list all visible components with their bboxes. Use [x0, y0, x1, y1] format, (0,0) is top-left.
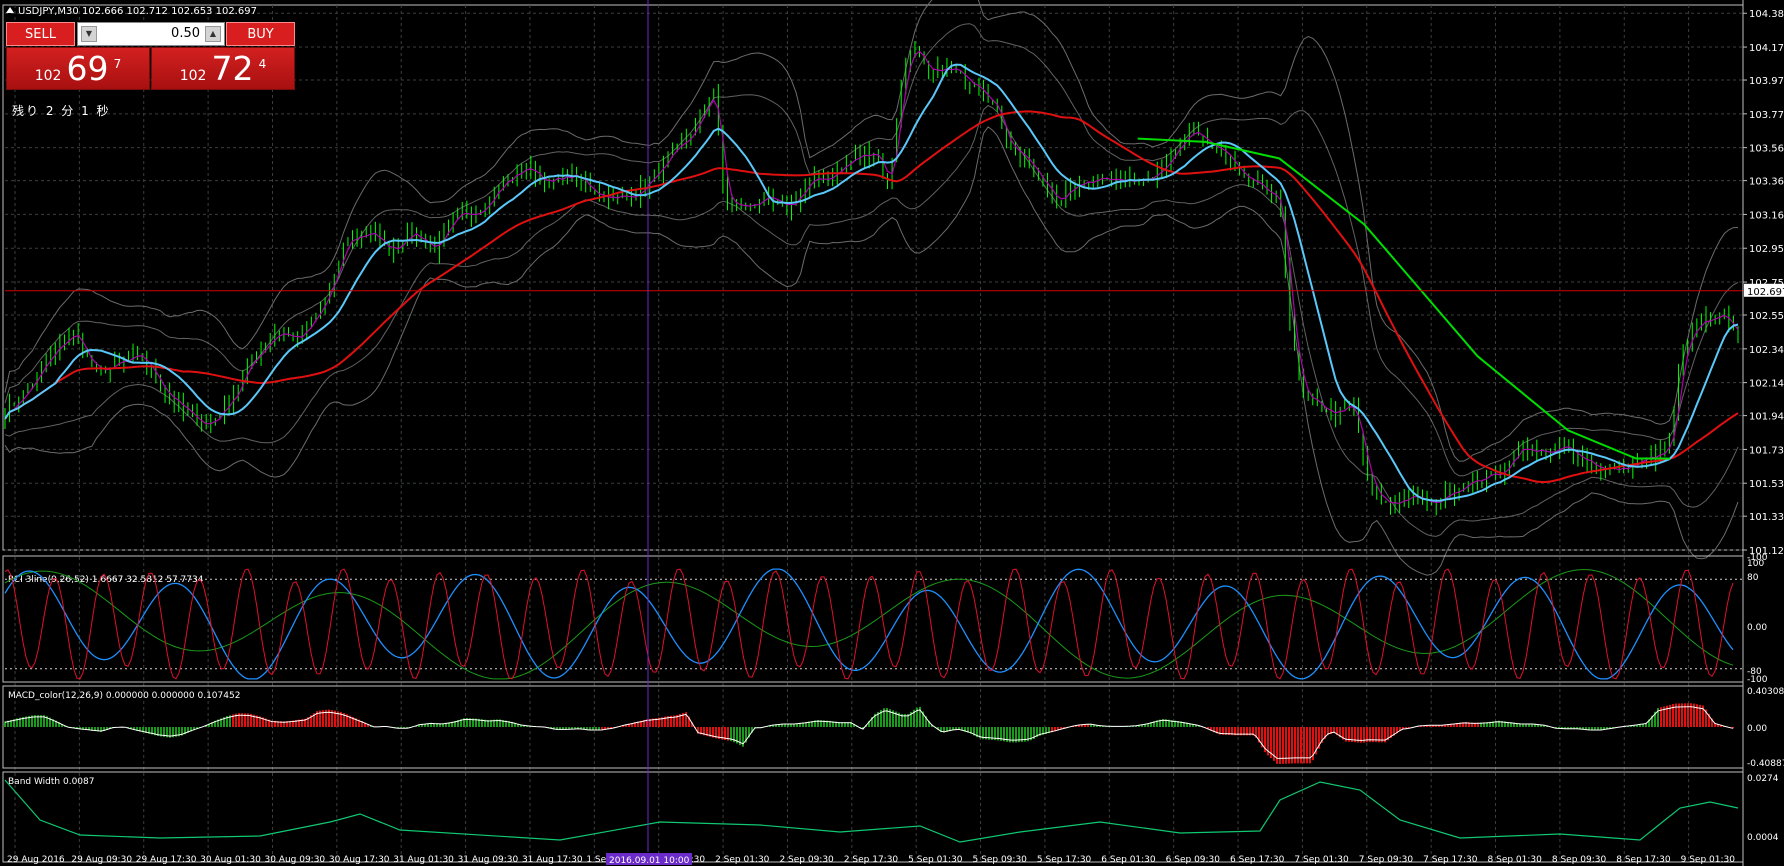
lot-size-value[interactable]: 0.50	[171, 23, 200, 45]
trading-chart[interactable]: 104.380 104.175 103.975 103.770 103.565 103.3…	[0, 0, 1784, 866]
bandwidth-tick-label: 0.0004	[1747, 833, 1779, 843]
price-tick-label: 101.735	[1749, 445, 1784, 456]
rci-tick-label: 0.00	[1747, 623, 1767, 633]
price-tick-label: 103.975	[1749, 76, 1784, 87]
ask-price-prefix: 102	[179, 68, 207, 84]
time-tick-label: 29 Aug 09:30	[71, 855, 132, 865]
time-axis: 29 Aug 2016 29 Aug 09:30 29 Aug 17:30 30 Au…	[7, 855, 1735, 865]
time-tick-label: 2 Sep 17:30	[844, 855, 899, 865]
time-tick-label: 8 Sep 01:30	[1488, 855, 1543, 865]
bid-price-pips: 69	[66, 49, 109, 88]
price-tick-label: 104.380	[1749, 9, 1784, 20]
time-tick-label: 7 Sep 17:30	[1423, 855, 1478, 865]
bid-price-button[interactable]: 102 69 7	[6, 47, 150, 90]
bb-lower-inner	[4, 104, 1739, 537]
price-panel[interactable]: 104.380 104.175 103.975 103.770 103.565 103.3…	[2, 0, 1784, 862]
ma-fast-line	[4, 50, 1739, 504]
price-tick-label: 104.175	[1749, 43, 1784, 54]
lot-size-field[interactable]: ▼ 0.50 ▲	[77, 22, 225, 46]
one-click-trading-panel: SELL ▼ 0.50 ▲ BUY 102 69 7 102 72 4	[6, 22, 295, 90]
price-tick-label: 103.565	[1749, 144, 1784, 155]
time-tick-label: 2 Sep 01:30	[715, 855, 770, 865]
time-tick-label: 30 Aug 09:30	[264, 855, 325, 865]
time-tick-label: 6 Sep 09:30	[1166, 855, 1221, 865]
panel-frame	[2, 555, 1744, 683]
bandwidth-line	[4, 779, 1739, 843]
macd-tick-label: 0.403082	[1747, 687, 1784, 697]
time-tick-label: 31 Aug 17:30	[522, 855, 583, 865]
price-tick-label: 101.530	[1749, 479, 1784, 490]
time-tick-label: 31 Aug 09:30	[458, 855, 519, 865]
time-tick-label: 7 Sep 01:30	[1294, 855, 1349, 865]
ohlc-label: 102.666 102.712 102.653 102.697	[82, 6, 257, 17]
lot-decrease-icon[interactable]: ▼	[81, 26, 97, 42]
bb-upper-inner	[4, 23, 1739, 477]
ask-price-fraction: 4	[258, 56, 267, 71]
price-tick-label: 101.940	[1749, 412, 1784, 423]
macd-panel[interactable]: MACD_color(12,26,9) 0.000000 0.000000 0.…	[2, 685, 1784, 769]
lot-increase-icon[interactable]: ▲	[205, 26, 221, 42]
time-tick-label: 30 Aug 01:30	[200, 855, 261, 865]
time-tick-label: 5 Sep 01:30	[908, 855, 963, 865]
time-tick-label: 7 Sep 09:30	[1359, 855, 1414, 865]
macd-title: MACD_color(12,26,9) 0.000000 0.000000 0.…	[8, 691, 240, 701]
rci-mid-line	[4, 568, 1734, 680]
time-tick-label: 6 Sep 01:30	[1101, 855, 1156, 865]
time-tick-label: 8 Sep 17:30	[1616, 855, 1671, 865]
rci-tick-label: -100	[1747, 553, 1768, 563]
macd-signal-line	[4, 706, 1734, 759]
ask-price-button[interactable]: 102 72 4	[151, 47, 295, 90]
price-tick-label: 102.550	[1749, 311, 1784, 322]
time-tick-label: 6 Sep 17:30	[1230, 855, 1285, 865]
sell-button[interactable]: SELL	[6, 22, 75, 46]
time-tick-label: 5 Sep 09:30	[973, 855, 1028, 865]
price-tick-label: 102.140	[1749, 379, 1784, 390]
time-tick-label: 9 Sep 01:30	[1681, 855, 1736, 865]
buy-button[interactable]: BUY	[226, 22, 295, 46]
time-tick-label: 29 Aug 2016	[7, 855, 65, 865]
panel-frame	[2, 771, 1744, 863]
symbol-label: USDJPY,M30	[18, 6, 79, 17]
price-tick-label: 101.330	[1749, 512, 1784, 523]
bid-price-prefix: 102	[34, 68, 62, 84]
time-tick-label: 5 Sep 17:30	[1037, 855, 1092, 865]
rci-panel[interactable]: RCI 3line(9,26,52) 1.6667 32.5812 57.773…	[2, 553, 1768, 685]
ask-price-pips: 72	[211, 49, 254, 88]
bandwidth-title: Band Width 0.0087	[8, 777, 94, 787]
macd-tick-label: 0.00	[1747, 724, 1767, 734]
symbol-menu-icon	[6, 7, 14, 13]
time-tick-label: 29 Aug 17:30	[136, 855, 197, 865]
price-tick-label: 103.770	[1749, 110, 1784, 121]
bid-price-fraction: 7	[113, 56, 122, 71]
time-tick-label: 31 Aug 01:30	[393, 855, 454, 865]
ma-slow-line	[4, 110, 1739, 483]
bandwidth-tick-label: 0.0274	[1747, 774, 1779, 784]
candle-countdown-timer: 残り 2 分 1 秒	[12, 104, 111, 118]
time-tick-label: 30 Aug 17:30	[329, 855, 390, 865]
rci-tick-label: -100	[1747, 675, 1768, 685]
time-tick-label: 2 Sep 09:30	[779, 855, 834, 865]
price-tick-label: 103.160	[1749, 210, 1784, 221]
current-price-label: 102.697	[1747, 287, 1784, 298]
ma-mid-line	[4, 63, 1739, 502]
price-tick-label: 103.365	[1749, 177, 1784, 188]
time-tick-label: 8 Sep 09:30	[1552, 855, 1607, 865]
crosshair-time-label: 2016.09.01 10:00	[609, 856, 690, 866]
ma-trend-segment	[1137, 137, 1670, 460]
rci-tick-label: 80	[1747, 573, 1759, 583]
price-tick-label: 102.345	[1749, 345, 1784, 356]
macd-tick-label: -0.408874	[1747, 759, 1784, 769]
price-tick-label: 102.955	[1749, 244, 1784, 255]
bandwidth-panel[interactable]: Band Width 0.0087 0.0274 0.0004	[2, 771, 1779, 863]
